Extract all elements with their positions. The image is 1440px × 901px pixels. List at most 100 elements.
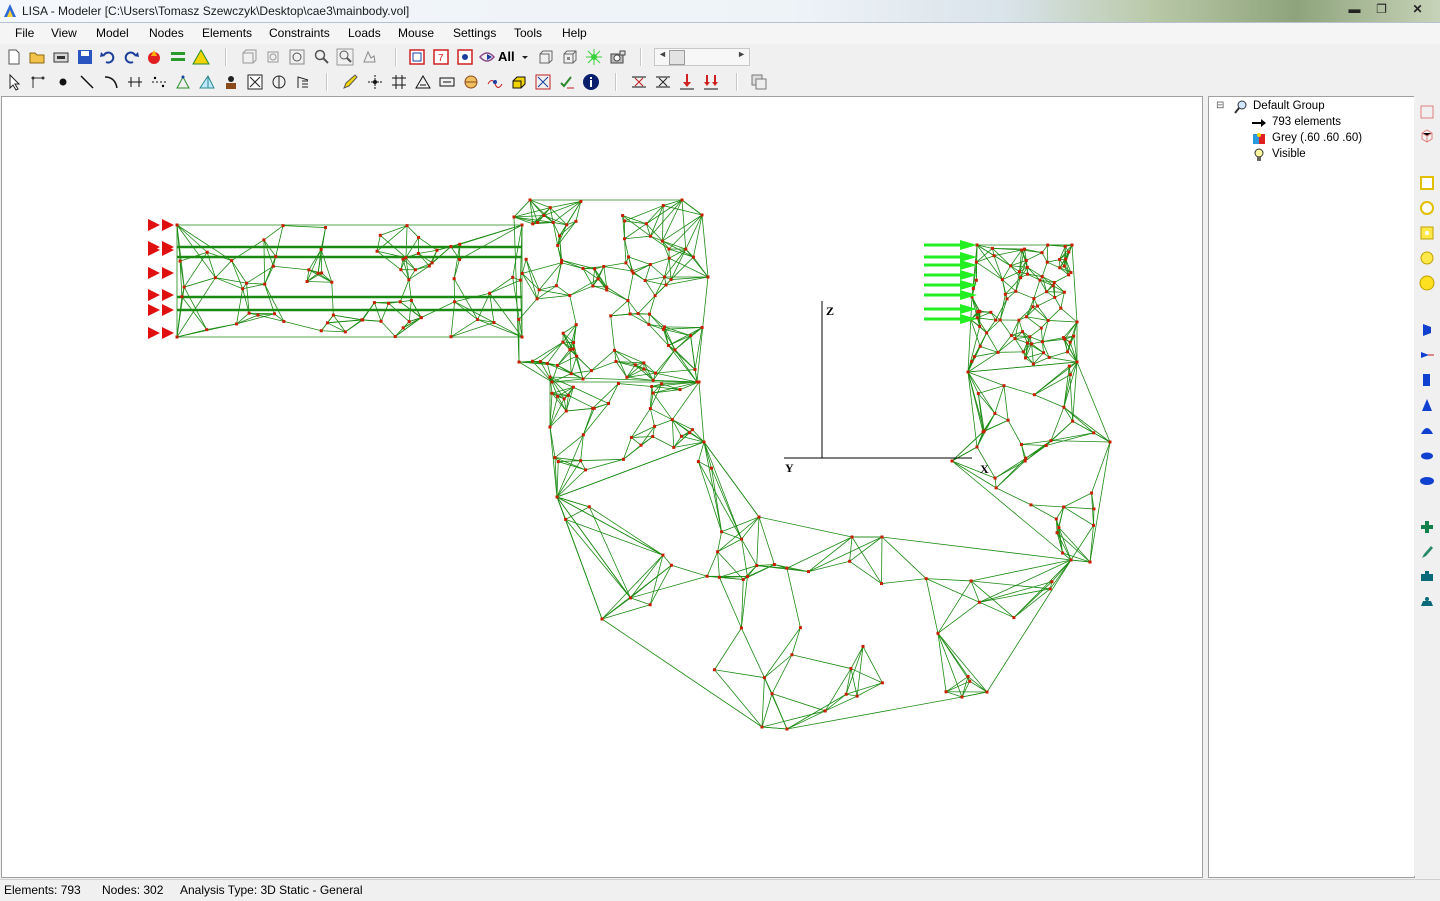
- model-viewport[interactable]: Z Y X: [1, 96, 1203, 878]
- blue-block-icon[interactable]: [1419, 372, 1435, 388]
- flag-constraint-icon[interactable]: [1419, 322, 1435, 338]
- renumber-icon[interactable]: [294, 73, 312, 91]
- light-burst-icon[interactable]: [585, 48, 603, 66]
- mass-element-icon[interactable]: [462, 73, 480, 91]
- zoom-icon[interactable]: [312, 48, 330, 66]
- outline-square-icon[interactable]: [1419, 104, 1435, 120]
- merge-icon[interactable]: [270, 73, 288, 91]
- zoom-window-icon[interactable]: [336, 48, 354, 66]
- shell-element-icon[interactable]: [414, 73, 432, 91]
- tree-visibility[interactable]: Visible: [1272, 148, 1306, 160]
- maximize-button[interactable]: ❐: [1368, 0, 1395, 18]
- shaded-view-icon[interactable]: [561, 48, 579, 66]
- rigid-link-icon[interactable]: [486, 73, 504, 91]
- tree-expander[interactable]: ⊟: [1216, 100, 1224, 111]
- arc-icon[interactable]: [102, 73, 120, 91]
- menu-loads[interactable]: Loads: [348, 26, 381, 40]
- beam-element-icon[interactable]: [438, 73, 456, 91]
- force-load-icon[interactable]: [678, 73, 696, 91]
- menu-constraints[interactable]: Constraints: [269, 26, 330, 40]
- tree-element-count[interactable]: 793 elements: [1272, 116, 1341, 128]
- element-check-icon[interactable]: [534, 73, 552, 91]
- node-spread-icon[interactable]: [366, 73, 384, 91]
- yellow-sphere-icon[interactable]: [1419, 275, 1435, 291]
- wire-view-icon[interactable]: [537, 48, 555, 66]
- pan-icon[interactable]: [360, 48, 378, 66]
- yellow-circle-icon[interactable]: [1419, 250, 1435, 266]
- menu-file[interactable]: File: [15, 26, 34, 40]
- view-angle-slider[interactable]: ◄ ►: [654, 48, 750, 66]
- zoom-fit-icon[interactable]: [288, 48, 306, 66]
- yellow-dot-square-icon[interactable]: [1419, 225, 1435, 241]
- slider-thumb[interactable]: [669, 50, 685, 65]
- chevron-down-icon[interactable]: [520, 48, 530, 66]
- blue-lens-icon[interactable]: [1419, 447, 1435, 463]
- green-cross-icon[interactable]: [1419, 519, 1435, 535]
- copy-nodes-icon[interactable]: [150, 73, 168, 91]
- camera-icon[interactable]: [609, 48, 627, 66]
- distributed-load-icon[interactable]: [702, 73, 720, 91]
- solid-element-icon[interactable]: [510, 73, 528, 91]
- open-folder-icon[interactable]: [28, 48, 46, 66]
- redo-icon[interactable]: [122, 48, 140, 66]
- refine-icon[interactable]: [222, 73, 240, 91]
- blue-disc-icon[interactable]: [1419, 472, 1435, 488]
- right-tool-strip: [1414, 96, 1440, 876]
- pointer-icon[interactable]: [6, 73, 24, 91]
- triangle-mesh-icon[interactable]: [174, 73, 192, 91]
- menu-model[interactable]: Model: [96, 26, 129, 40]
- tree-default-group[interactable]: Default Group: [1253, 100, 1325, 112]
- copy-window-icon[interactable]: [750, 73, 768, 91]
- extrude-icon[interactable]: [126, 73, 144, 91]
- tet-mesh-icon[interactable]: [198, 73, 216, 91]
- pinned-support-icon[interactable]: [654, 73, 672, 91]
- save-icon[interactable]: [76, 48, 94, 66]
- undo-icon[interactable]: [99, 48, 117, 66]
- minimize-button[interactable]: ▬: [1341, 0, 1368, 18]
- select-number-icon[interactable]: 7: [432, 48, 450, 66]
- warning-triangle-icon[interactable]: [192, 48, 210, 66]
- modelling-toolbar: [0, 70, 1440, 94]
- delete-box-icon[interactable]: [246, 73, 264, 91]
- yellow-ring-icon[interactable]: [1419, 200, 1435, 216]
- axis-z-label: Z: [826, 304, 834, 318]
- eye-select-icon[interactable]: [478, 48, 496, 66]
- svg-text:7: 7: [438, 53, 444, 64]
- view-cube-icon[interactable]: [240, 48, 258, 66]
- menu-nodes[interactable]: Nodes: [149, 26, 184, 40]
- menu-elements[interactable]: Elements: [202, 26, 252, 40]
- arrow-constraint-icon[interactable]: [1419, 347, 1435, 363]
- blue-dome-icon[interactable]: [1419, 422, 1435, 438]
- yellow-square-icon[interactable]: [1419, 175, 1435, 191]
- node-draw-icon[interactable]: [30, 73, 48, 91]
- results-bars-icon[interactable]: [169, 48, 187, 66]
- quality-check-icon[interactable]: [558, 73, 576, 91]
- fixed-support-icon[interactable]: [630, 73, 648, 91]
- menu-mouse[interactable]: Mouse: [398, 26, 434, 40]
- select-box-icon[interactable]: [408, 48, 426, 66]
- view-rotate-icon[interactable]: [264, 48, 282, 66]
- solve-icon[interactable]: [145, 48, 163, 66]
- show-all-label[interactable]: All: [498, 49, 515, 64]
- outline-cube-icon[interactable]: [1419, 128, 1435, 144]
- main-toolbar: 7 All ◄ ►: [0, 45, 1440, 69]
- pencil-icon[interactable]: [341, 73, 359, 91]
- menu-view[interactable]: View: [51, 26, 77, 40]
- grid-icon[interactable]: [390, 73, 408, 91]
- new-file-icon[interactable]: [5, 48, 23, 66]
- close-button[interactable]: ✕: [1395, 0, 1440, 18]
- teal-base-icon[interactable]: [1419, 593, 1435, 609]
- menu-help[interactable]: Help: [562, 26, 587, 40]
- blue-cone-icon[interactable]: [1419, 397, 1435, 413]
- info-icon[interactable]: [582, 73, 600, 91]
- node-icon[interactable]: [54, 73, 72, 91]
- select-point-icon[interactable]: [456, 48, 474, 66]
- teal-block-icon[interactable]: [1419, 568, 1435, 584]
- menu-settings[interactable]: Settings: [453, 26, 496, 40]
- import-icon[interactable]: [52, 48, 70, 66]
- menu-tools[interactable]: Tools: [514, 26, 542, 40]
- line-icon[interactable]: [78, 73, 96, 91]
- green-pen-icon[interactable]: [1419, 544, 1435, 560]
- tree-material-color[interactable]: Grey (.60 .60 .60): [1272, 132, 1362, 144]
- mesh-canvas[interactable]: Z Y X: [2, 97, 1202, 877]
